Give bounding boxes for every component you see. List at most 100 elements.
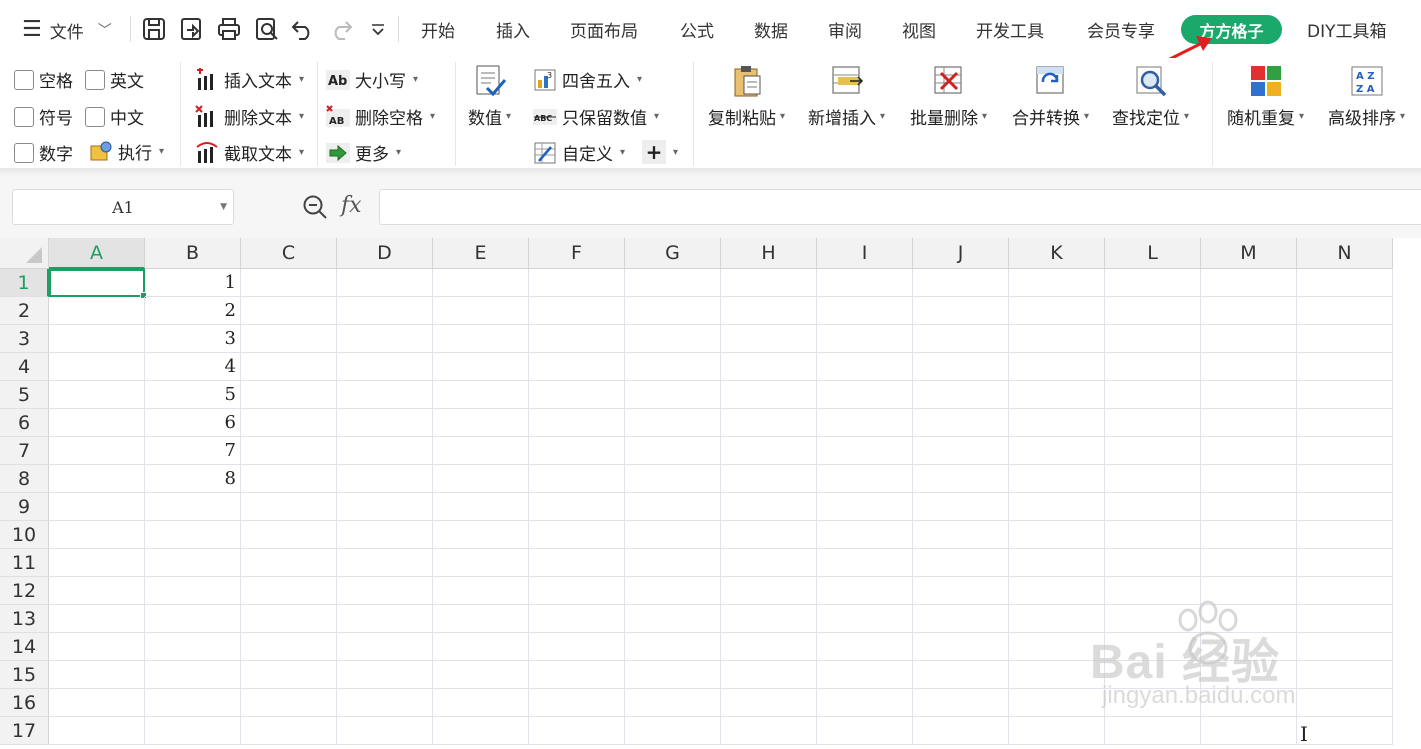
row-header[interactable]: 10 bbox=[0, 521, 49, 549]
cell[interactable] bbox=[241, 493, 337, 521]
cell[interactable] bbox=[625, 577, 721, 605]
checkbox-box[interactable] bbox=[85, 106, 105, 127]
cell[interactable]: 6 bbox=[145, 409, 241, 437]
cell[interactable] bbox=[721, 689, 817, 717]
cell[interactable] bbox=[433, 381, 529, 409]
cell[interactable] bbox=[913, 325, 1009, 353]
name-box[interactable]: A1 ▼ bbox=[12, 189, 234, 225]
cell[interactable] bbox=[1201, 297, 1297, 325]
cell[interactable] bbox=[241, 577, 337, 605]
cell[interactable] bbox=[529, 437, 625, 465]
cell[interactable] bbox=[1105, 717, 1201, 745]
cell[interactable] bbox=[529, 409, 625, 437]
cell[interactable] bbox=[721, 325, 817, 353]
cell[interactable] bbox=[529, 689, 625, 717]
quick-access-more-icon[interactable] bbox=[363, 14, 393, 44]
cell[interactable] bbox=[433, 493, 529, 521]
column-header[interactable]: H bbox=[721, 238, 817, 269]
cell[interactable] bbox=[1009, 717, 1105, 745]
cell[interactable] bbox=[529, 633, 625, 661]
tab-formula[interactable]: 公式 bbox=[680, 17, 714, 42]
cell[interactable] bbox=[1105, 633, 1201, 661]
column-header[interactable]: L bbox=[1105, 238, 1201, 269]
cell[interactable] bbox=[913, 521, 1009, 549]
cell[interactable] bbox=[1201, 409, 1297, 437]
cell[interactable] bbox=[1105, 521, 1201, 549]
cell[interactable] bbox=[1105, 549, 1201, 577]
cell[interactable] bbox=[337, 717, 433, 745]
cell[interactable] bbox=[1105, 409, 1201, 437]
cell[interactable] bbox=[721, 353, 817, 381]
cell[interactable] bbox=[529, 605, 625, 633]
row-header[interactable]: 8 bbox=[0, 465, 49, 493]
cell[interactable] bbox=[817, 717, 913, 745]
cell[interactable] bbox=[1297, 465, 1393, 493]
save-icon[interactable] bbox=[139, 14, 169, 44]
cell[interactable] bbox=[1297, 549, 1393, 577]
custom-button[interactable]: 自定义 ▾ bbox=[533, 140, 625, 165]
advanced-sort-button[interactable]: A Z Z A 高级排序 ▾ bbox=[1328, 64, 1405, 129]
cell[interactable] bbox=[1009, 381, 1105, 409]
cell[interactable] bbox=[337, 353, 433, 381]
cell[interactable] bbox=[913, 493, 1009, 521]
cell[interactable] bbox=[241, 465, 337, 493]
cell[interactable] bbox=[817, 269, 913, 297]
cell[interactable] bbox=[1297, 409, 1393, 437]
cell[interactable] bbox=[529, 353, 625, 381]
cell[interactable] bbox=[1201, 605, 1297, 633]
cell[interactable] bbox=[145, 493, 241, 521]
cell[interactable] bbox=[1297, 717, 1393, 745]
cell[interactable] bbox=[433, 297, 529, 325]
cell[interactable] bbox=[433, 549, 529, 577]
cell[interactable] bbox=[1009, 297, 1105, 325]
copy-paste-button[interactable]: 复制粘贴 ▾ bbox=[708, 64, 785, 129]
cell[interactable] bbox=[721, 633, 817, 661]
cell[interactable] bbox=[49, 437, 145, 465]
find-locate-button[interactable]: 查找定位 ▾ bbox=[1112, 64, 1189, 129]
cell[interactable] bbox=[433, 661, 529, 689]
column-header[interactable]: K bbox=[1009, 238, 1105, 269]
cell[interactable] bbox=[1105, 465, 1201, 493]
cell[interactable] bbox=[913, 605, 1009, 633]
cell[interactable] bbox=[1105, 493, 1201, 521]
more-button[interactable]: 更多 ▾ bbox=[326, 140, 401, 165]
cell[interactable] bbox=[1201, 269, 1297, 297]
cell[interactable] bbox=[49, 717, 145, 745]
cell[interactable] bbox=[625, 297, 721, 325]
cell[interactable] bbox=[145, 521, 241, 549]
column-header[interactable]: M bbox=[1201, 238, 1297, 269]
column-header[interactable]: C bbox=[241, 238, 337, 269]
cell[interactable] bbox=[817, 633, 913, 661]
cell[interactable] bbox=[721, 717, 817, 745]
row-header[interactable]: 14 bbox=[0, 633, 49, 661]
cell[interactable] bbox=[529, 465, 625, 493]
cell[interactable] bbox=[1009, 633, 1105, 661]
cell[interactable] bbox=[1105, 325, 1201, 353]
cell[interactable] bbox=[145, 689, 241, 717]
row-header[interactable]: 6 bbox=[0, 409, 49, 437]
cell[interactable] bbox=[529, 521, 625, 549]
column-header[interactable]: E bbox=[433, 238, 529, 269]
cell[interactable] bbox=[1201, 549, 1297, 577]
cell[interactable] bbox=[1009, 521, 1105, 549]
cell[interactable] bbox=[241, 353, 337, 381]
row-header[interactable]: 9 bbox=[0, 493, 49, 521]
extract-text-button[interactable]: 截取文本 ▾ bbox=[195, 140, 304, 165]
cell[interactable] bbox=[529, 661, 625, 689]
cell[interactable] bbox=[433, 633, 529, 661]
cell[interactable] bbox=[1297, 689, 1393, 717]
checkbox-box[interactable] bbox=[14, 106, 34, 127]
cell[interactable] bbox=[1201, 325, 1297, 353]
cell[interactable] bbox=[337, 605, 433, 633]
cell[interactable] bbox=[1297, 577, 1393, 605]
cell[interactable] bbox=[721, 297, 817, 325]
select-all-corner[interactable] bbox=[0, 238, 49, 269]
cell[interactable] bbox=[721, 661, 817, 689]
cell[interactable] bbox=[1009, 661, 1105, 689]
cell[interactable] bbox=[721, 549, 817, 577]
tab-member[interactable]: 会员专享 bbox=[1087, 17, 1155, 42]
cell[interactable] bbox=[433, 577, 529, 605]
cell[interactable] bbox=[433, 437, 529, 465]
cell[interactable] bbox=[49, 465, 145, 493]
checkbox-box[interactable] bbox=[14, 142, 34, 163]
